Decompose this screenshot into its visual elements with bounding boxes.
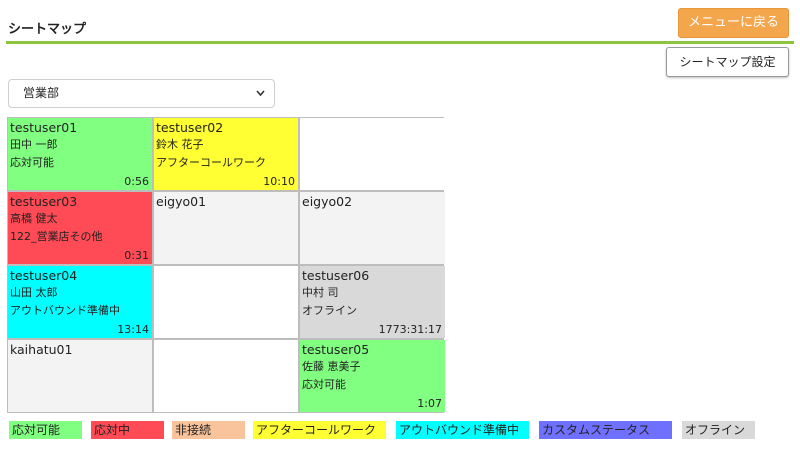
- seat-user-id: testuser04: [10, 268, 78, 283]
- seat-grid: testuser01 田中 一郎応対可能 0:56 testuser02 鈴木 花子アフ…: [7, 117, 445, 413]
- seat-cell-testuser05[interactable]: testuser05 佐藤 恵美子 応対可能 1:07: [300, 340, 445, 412]
- seat-elapsed-time: 1773:31:17: [378, 323, 442, 336]
- seat-status: 122_営業店その他: [10, 230, 103, 243]
- seat-user-id: testuser05: [302, 342, 370, 357]
- seat-status: アフターコールワーク: [156, 156, 266, 169]
- legend-item: 応対可能: [9, 421, 82, 439]
- seat-user-id: testuser03: [10, 194, 78, 209]
- seat-cell-testuser06[interactable]: testuser06 中村 司オフライン 1773:31:17: [300, 266, 445, 338]
- legend-item: オフライン: [682, 421, 755, 439]
- seat-cell-testuser04[interactable]: testuser04 山田 太郎アウトバウンド準備中 13:14: [8, 266, 152, 338]
- title-divider: [6, 41, 794, 44]
- seat-cell-testuser01[interactable]: testuser01 田中 一郎応対可能 0:56: [8, 118, 152, 190]
- seat-user-name: 鈴木 花子: [156, 138, 204, 151]
- back-to-menu-button[interactable]: メニューに戻る: [678, 8, 789, 38]
- page-title: シートマップ: [8, 22, 87, 37]
- seat-user-name: 中村 司: [302, 286, 339, 299]
- seat-cell-kaihatu01[interactable]: kaihatu01: [8, 340, 152, 412]
- seat-elapsed-time: 1:07: [417, 397, 442, 410]
- seat-user-name: 山田 太郎: [10, 286, 58, 299]
- seat-elapsed-time: 13:14: [117, 323, 149, 336]
- seat-user-id: testuser02: [156, 120, 224, 135]
- seat-elapsed-time: 0:56: [124, 175, 149, 188]
- seat-status: アウトバウンド準備中: [10, 304, 120, 317]
- seat-user-id: testuser01: [10, 120, 78, 135]
- seat-user-name: 佐藤 恵美子: [302, 360, 361, 373]
- seat-cell-empty[interactable]: [154, 266, 298, 338]
- department-select[interactable]: 営業部: [8, 79, 275, 108]
- seat-cell-testuser02[interactable]: testuser02 鈴木 花子アフターコールワーク 10:10: [154, 118, 298, 190]
- seat-cell-empty[interactable]: [300, 118, 445, 190]
- seat-status: 応対可能: [302, 378, 346, 391]
- legend-item: 応対中: [91, 421, 164, 439]
- seat-cell-eigyo01[interactable]: eigyo01: [154, 192, 298, 264]
- seat-elapsed-time: 0:31: [124, 249, 149, 262]
- seat-user-name: 田中 一郎: [10, 138, 58, 151]
- legend-item: アフターコールワーク: [253, 421, 386, 439]
- department-select-value: 営業部: [23, 86, 60, 100]
- seat-user-id: eigyo01: [156, 194, 207, 209]
- legend-item: 非接続: [172, 421, 245, 439]
- seat-user-id: kaihatu01: [10, 342, 73, 357]
- legend-item: アウトバウンド準備中: [396, 421, 529, 439]
- seat-cell-eigyo02[interactable]: eigyo02: [300, 192, 445, 264]
- seat-user-id: eigyo02: [302, 194, 353, 209]
- legend-item: カスタムステータス: [539, 421, 672, 439]
- seat-map-settings-button[interactable]: シートマップ設定: [666, 47, 789, 77]
- seat-cell-empty[interactable]: [154, 340, 298, 412]
- seat-map-page: シートマップ メニューに戻る シートマップ設定 営業部 testuser01 田中…: [0, 0, 800, 462]
- seat-user-id: testuser06: [302, 268, 370, 283]
- seat-user-name: 高橋 健太: [10, 212, 58, 225]
- seat-status: オフライン: [302, 304, 357, 317]
- seat-status: 応対可能: [10, 156, 54, 169]
- chevron-down-icon: [255, 80, 266, 118]
- seat-elapsed-time: 10:10: [263, 175, 295, 188]
- seat-cell-testuser03[interactable]: testuser03 高橋 健太 122_営業店その他 0:31: [8, 192, 152, 264]
